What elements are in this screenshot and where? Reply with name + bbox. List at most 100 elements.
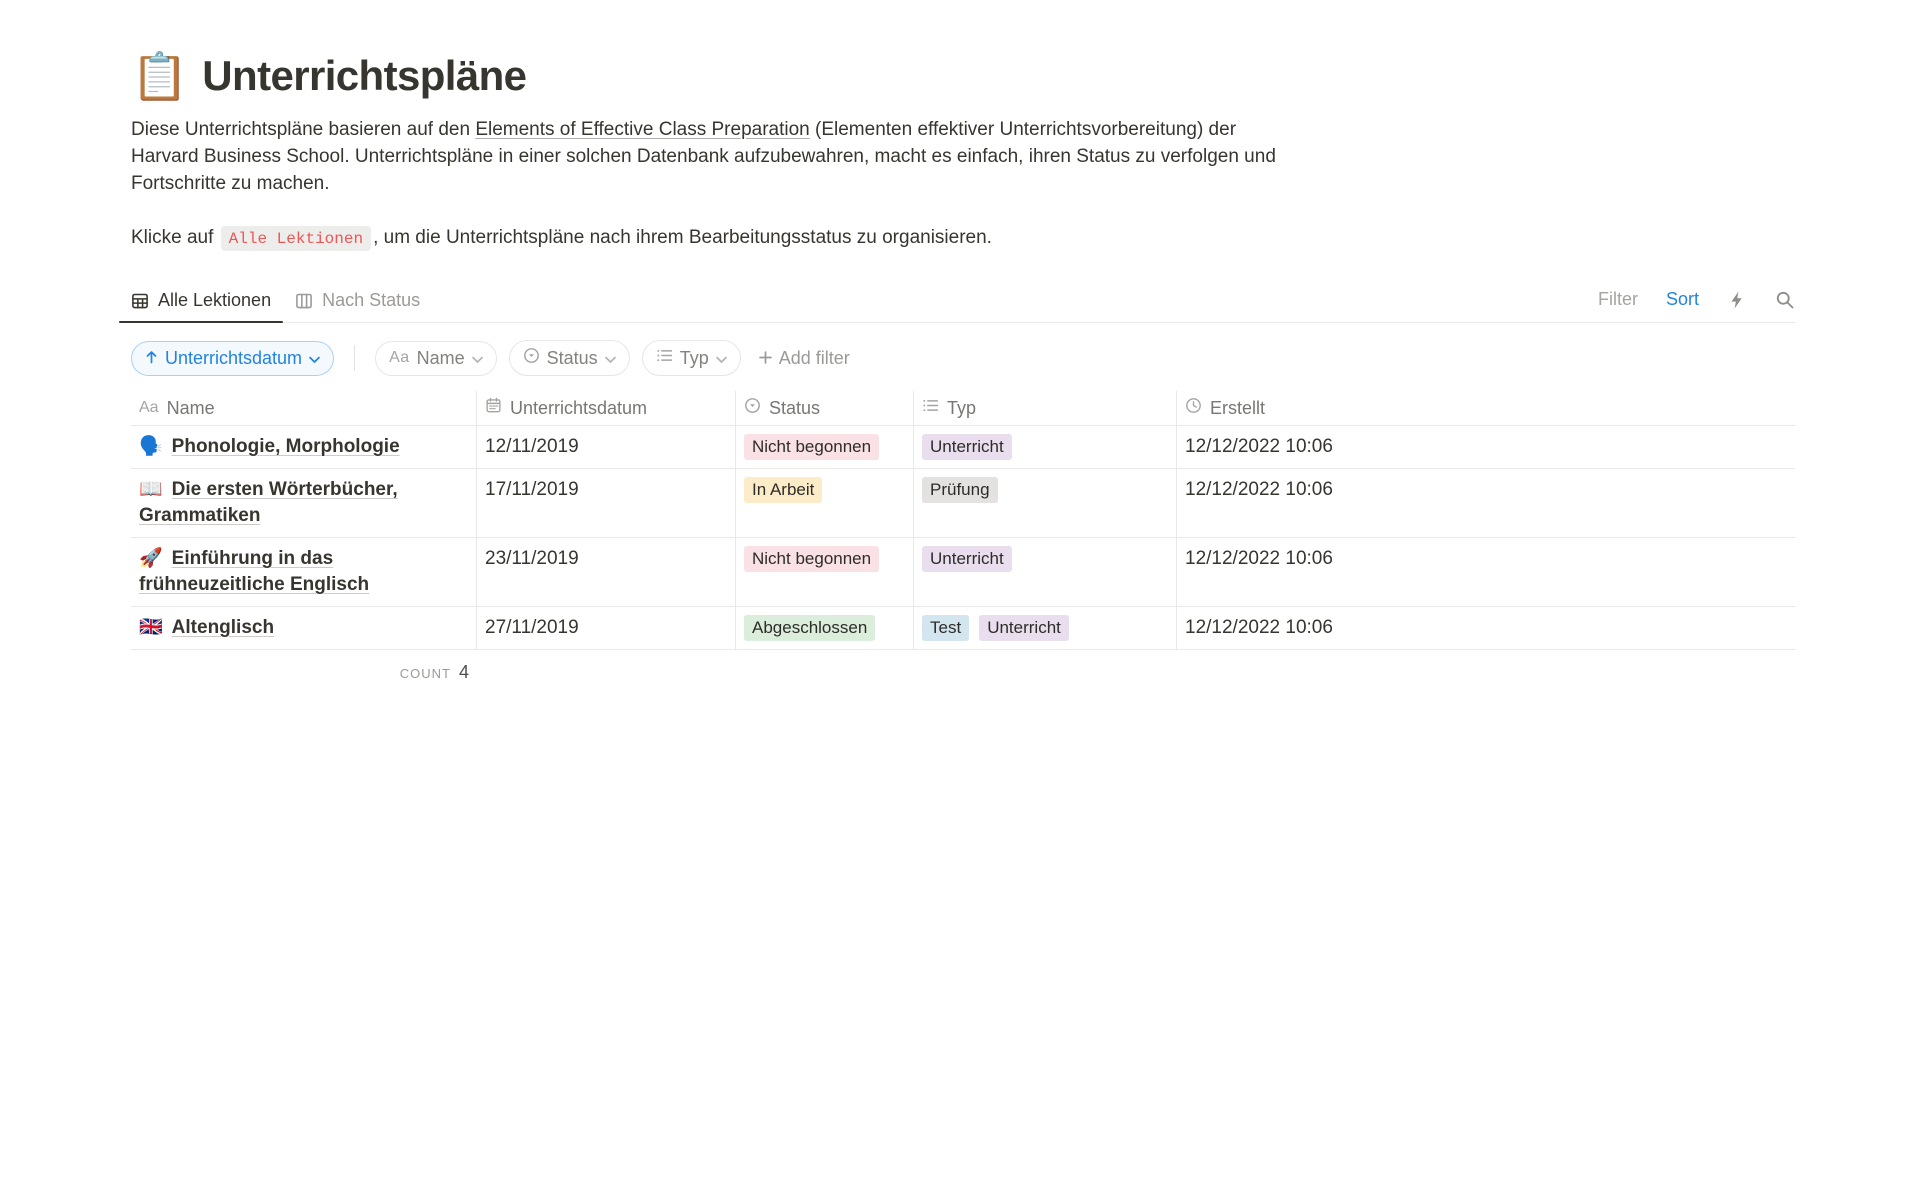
page-link[interactable]: Die ersten Wörterbücher, Grammatiken xyxy=(139,479,398,526)
chips-divider xyxy=(354,345,355,371)
page-link[interactable]: Phonologie, Morphologie xyxy=(172,436,400,457)
chevron-down-icon xyxy=(472,348,483,369)
status-badge: Nicht begonnen xyxy=(744,434,879,460)
cell-typ[interactable]: Test Unterricht xyxy=(914,607,1177,649)
count-value: 4 xyxy=(459,662,469,682)
page-description: Diese Unterrichtspläne basieren auf den … xyxy=(131,116,1281,197)
view-toolbar-actions: Filter Sort xyxy=(1598,289,1795,314)
aa-icon: Aa xyxy=(389,349,410,367)
tab-label: Alle Lektionen xyxy=(158,290,271,311)
lightning-icon[interactable] xyxy=(1727,290,1747,310)
column-header-typ[interactable]: Typ xyxy=(914,391,1177,425)
column-header-unterrichtsdatum[interactable]: Unterrichtsdatum xyxy=(477,391,736,425)
table-row: 🚀Einführung in das frühneuzeitliche Engl… xyxy=(131,538,1795,607)
typ-badge: Unterricht xyxy=(979,615,1069,641)
sort-chip-label: Unterrichtsdatum xyxy=(165,348,302,369)
count-label: COUNT xyxy=(400,666,451,681)
arrow-up-icon xyxy=(145,348,158,369)
cell-name[interactable]: 🗣️ Phonologie, Morphologie xyxy=(131,426,477,468)
column-header-label: Typ xyxy=(947,398,976,419)
page-title: Unterrichtspläne xyxy=(202,52,526,100)
filter-chip-name[interactable]: Aa Name xyxy=(375,341,497,376)
cell-typ[interactable]: Prüfung xyxy=(914,469,1177,537)
chevron-down-icon xyxy=(605,348,616,369)
add-filter-button[interactable]: Add filter xyxy=(759,348,850,369)
sort-button[interactable]: Sort xyxy=(1666,289,1699,310)
typ-badge: Test xyxy=(922,615,969,641)
filter-chip-status[interactable]: Status xyxy=(509,340,630,376)
column-header-label: Unterrichtsdatum xyxy=(510,398,647,419)
harvard-link[interactable]: Elements of Effective Class Preparation xyxy=(475,119,809,140)
cell-erstellt[interactable]: 12/12/2022 10:06 xyxy=(1177,469,1795,537)
cell-status[interactable]: Nicht begonnen xyxy=(736,426,914,468)
board-view-icon xyxy=(295,292,313,310)
cell-status[interactable]: Nicht begonnen xyxy=(736,538,914,606)
cell-typ[interactable]: Unterricht xyxy=(914,538,1177,606)
page-link[interactable]: Einführung in das frühneuzeitliche Engli… xyxy=(139,548,369,595)
status-badge: Nicht begonnen xyxy=(744,546,879,572)
cell-name[interactable]: 📖Die ersten Wörterbücher, Grammatiken xyxy=(131,469,477,537)
list-icon xyxy=(922,397,939,419)
cell-unterrichtsdatum[interactable]: 23/11/2019 xyxy=(477,538,736,606)
column-header-erstellt[interactable]: Erstellt xyxy=(1177,391,1795,425)
column-header-name[interactable]: Aa Name xyxy=(131,391,477,425)
column-header-label: Status xyxy=(769,398,820,419)
column-header-label: Erstellt xyxy=(1210,398,1265,419)
filter-chip-label: Name xyxy=(417,348,465,369)
typ-badge: Unterricht xyxy=(922,434,1012,460)
status-icon xyxy=(523,347,540,369)
table-count[interactable]: COUNT 4 xyxy=(131,650,477,683)
page-hint: Klicke auf Alle Lektionen, um die Unterr… xyxy=(131,224,1795,251)
cell-status[interactable]: In Arbeit xyxy=(736,469,914,537)
aa-icon: Aa xyxy=(139,399,159,417)
cell-typ[interactable]: Unterricht xyxy=(914,426,1177,468)
filter-chip-label: Status xyxy=(547,348,598,369)
page-link[interactable]: Altenglisch xyxy=(172,617,274,638)
table-row: 🗣️ Phonologie, Morphologie 12/11/2019 Nic… xyxy=(131,426,1795,469)
chevron-down-icon xyxy=(309,348,320,369)
cell-erstellt[interactable]: 12/12/2022 10:06 xyxy=(1177,538,1795,606)
list-icon xyxy=(656,347,673,369)
cell-unterrichtsdatum[interactable]: 12/11/2019 xyxy=(477,426,736,468)
table-row: 📖Die ersten Wörterbücher, Grammatiken 17… xyxy=(131,469,1795,538)
cell-name[interactable]: 🚀Einführung in das frühneuzeitliche Engl… xyxy=(131,538,477,606)
inline-code-alle-lektionen: Alle Lektionen xyxy=(221,226,371,251)
column-header-label: Name xyxy=(167,398,215,419)
speaking-head-icon: 🗣️ xyxy=(139,436,163,457)
column-header-status[interactable]: Status xyxy=(736,391,914,425)
cell-unterrichtsdatum[interactable]: 27/11/2019 xyxy=(477,607,736,649)
uk-flag-icon: 🇬🇧 xyxy=(139,617,163,638)
table-header-row: Aa Name Unterrichtsdatum xyxy=(131,391,1795,426)
cell-name[interactable]: 🇬🇧 Altenglisch xyxy=(131,607,477,649)
calendar-icon xyxy=(485,397,502,419)
sort-chip-unterrichtsdatum[interactable]: Unterrichtsdatum xyxy=(131,341,334,376)
hint-text-before: Klicke auf xyxy=(131,227,219,248)
database-table: Aa Name Unterrichtsdatum xyxy=(131,391,1795,683)
search-icon[interactable] xyxy=(1775,290,1795,310)
add-filter-label: Add filter xyxy=(779,348,850,369)
tab-alle-lektionen[interactable]: Alle Lektionen xyxy=(119,281,283,322)
clipboard-page-icon[interactable]: 📋 xyxy=(131,53,188,99)
description-text-before: Diese Unterrichtspläne basieren auf den xyxy=(131,119,475,140)
status-icon xyxy=(744,397,761,419)
open-book-icon: 📖 xyxy=(139,479,163,500)
rocket-icon: 🚀 xyxy=(139,548,163,569)
chevron-down-icon xyxy=(716,348,727,369)
status-badge: Abgeschlossen xyxy=(744,615,875,641)
view-tabs-bar: Alle Lektionen Nach Status Filter Sort xyxy=(119,281,1795,323)
hint-text-after: , um die Unterrichtspläne nach ihrem Bea… xyxy=(373,227,992,248)
filter-chip-label: Typ xyxy=(680,348,709,369)
cell-erstellt[interactable]: 12/12/2022 10:06 xyxy=(1177,426,1795,468)
filter-button[interactable]: Filter xyxy=(1598,289,1638,310)
cell-status[interactable]: Abgeschlossen xyxy=(736,607,914,649)
typ-badge: Unterricht xyxy=(922,546,1012,572)
cell-erstellt[interactable]: 12/12/2022 10:06 xyxy=(1177,607,1795,649)
clock-icon xyxy=(1185,397,1202,419)
status-badge: In Arbeit xyxy=(744,477,822,503)
filter-chip-typ[interactable]: Typ xyxy=(642,340,741,376)
tab-nach-status[interactable]: Nach Status xyxy=(283,281,432,322)
cell-unterrichtsdatum[interactable]: 17/11/2019 xyxy=(477,469,736,537)
plus-icon xyxy=(759,348,772,369)
table-view-icon xyxy=(131,292,149,310)
table-row: 🇬🇧 Altenglisch 27/11/2019 Abgeschlossen T… xyxy=(131,607,1795,650)
